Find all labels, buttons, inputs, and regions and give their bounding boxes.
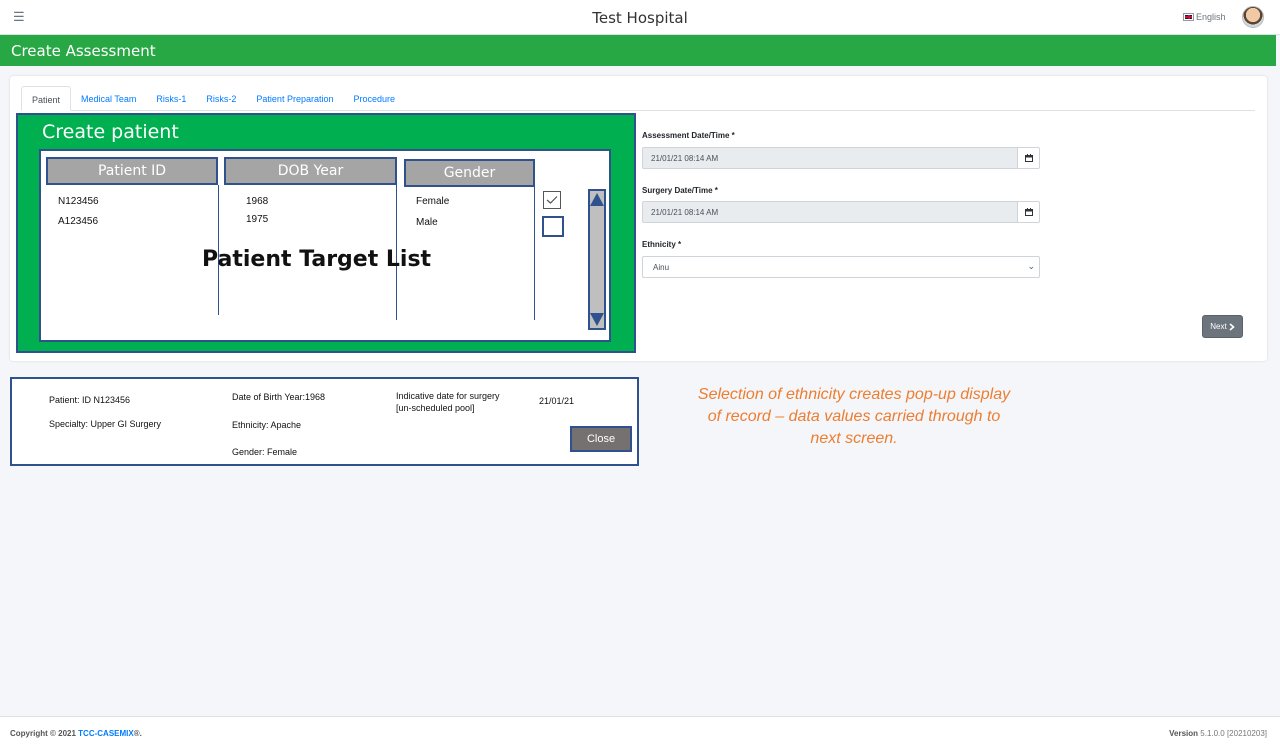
close-button[interactable]: Close [570,426,632,452]
tab-bar: Patient Medical Team Risks-1 Risks-2 Pat… [21,86,1255,111]
page-title: Create Assessment [11,42,156,60]
assessment-datetime-label: Assessment Date/Time * [642,131,735,140]
popup-dob-year: Date of Birth Year:1968 [232,392,326,402]
row-1-dob[interactable]: 1968 [246,196,268,207]
row-2-patient-id[interactable]: A123456 [58,216,98,227]
chevron-right-icon [1229,322,1235,331]
popup-indicative-date: 21/01/21 [539,396,575,406]
patient-target-list-label: Patient Target List [202,247,432,272]
assessment-calendar-button[interactable] [1017,147,1040,169]
annotation-line-1: Selection of ethnicity creates pop-up di… [697,386,1011,403]
popup-ethnicity: Ethnicity: Apache [232,420,302,430]
page-header: Create Assessment [0,35,1276,66]
row-2-checkbox[interactable] [542,216,564,237]
annotation-line-2: of record – data values carried through … [707,408,1001,425]
copyright-text: Copyright © 2021 [10,729,76,738]
ethnicity-select[interactable]: Ainu ⌄ [642,256,1040,278]
version-info: Version 5.1.0.0 [20210203] [1169,729,1267,738]
row-1-gender[interactable]: Female [416,196,449,207]
next-label: Next [1210,322,1227,331]
copyright: Copyright © 2021 TCC-CASEMIX®. [10,729,142,738]
column-header-gender[interactable]: Gender [404,159,535,187]
brand-link[interactable]: TCC-CASEMIX [78,729,134,738]
surgery-datetime-label: Surgery Date/Time * [642,186,718,195]
column-header-patient-id[interactable]: Patient ID [46,157,218,185]
tab-risks-2[interactable]: Risks-2 [196,86,246,111]
checkmark-icon [546,196,558,204]
assessment-datetime-input[interactable]: 21/01/21 08:14 AM [642,147,1018,169]
version-label: Version [1169,729,1199,738]
language-selector[interactable]: English [1183,12,1226,22]
column-divider [534,185,535,320]
patient-target-table: Patient ID DOB Year Gender N123456 1968 … [39,149,611,342]
row-1-patient-id[interactable]: N123456 [58,196,99,207]
column-header-dob-year[interactable]: DOB Year [224,157,397,185]
calendar-icon [1024,154,1033,162]
patient-record-popup: Patient: ID N123456 Specialty: Upper GI … [10,377,639,466]
popup-indicative-label: Indicative date for surgery [396,391,500,401]
create-patient-panel: Create patient Patient ID DOB Year Gende… [16,113,636,353]
create-patient-title: Create patient [42,121,179,143]
uk-flag-icon [1183,13,1194,21]
user-avatar[interactable] [1242,6,1264,28]
next-button[interactable]: Next [1202,315,1243,338]
ethnicity-value: Ainu [653,263,670,272]
surgery-datetime-input[interactable]: 21/01/21 08:14 AM [642,201,1018,223]
footer: Copyright © 2021 TCC-CASEMIX®. Version 5… [0,716,1280,749]
table-scrollbar[interactable] [588,189,606,330]
version-value: 5.1.0.0 [20210203] [1200,729,1267,738]
popup-patient-id: Patient: ID N123456 [49,395,131,405]
popup-specialty: Specialty: Upper GI Surgery [49,419,162,429]
annotation-note: Selection of ethnicity creates pop-up di… [670,384,1038,450]
top-navbar: ☰ Test Hospital English [0,0,1280,35]
popup-indicative-pool: [un-scheduled pool] [396,403,475,413]
annotation-line-3: next screen. [810,430,898,447]
surgery-calendar-button[interactable] [1017,201,1040,223]
calendar-icon [1024,208,1033,216]
row-2-gender[interactable]: Male [416,217,438,228]
tab-patient[interactable]: Patient [21,86,72,111]
popup-gender: Gender: Female [232,447,298,457]
chevron-down-icon: ⌄ [1027,261,1035,271]
brand-suffix: ®. [133,729,142,738]
scroll-up-arrow-icon[interactable] [590,193,604,206]
tab-risks-1[interactable]: Risks-1 [146,86,196,111]
app-title: Test Hospital [592,9,688,27]
row-1-checkbox[interactable] [543,191,561,209]
row-2-dob[interactable]: 1975 [246,214,268,225]
ethnicity-label: Ethnicity * [642,240,682,249]
tab-patient-preparation[interactable]: Patient Preparation [246,86,343,111]
scroll-down-arrow-icon[interactable] [590,313,604,326]
tab-medical-team[interactable]: Medical Team [71,86,146,111]
language-label: English [1196,12,1226,22]
tab-procedure[interactable]: Procedure [343,86,405,111]
